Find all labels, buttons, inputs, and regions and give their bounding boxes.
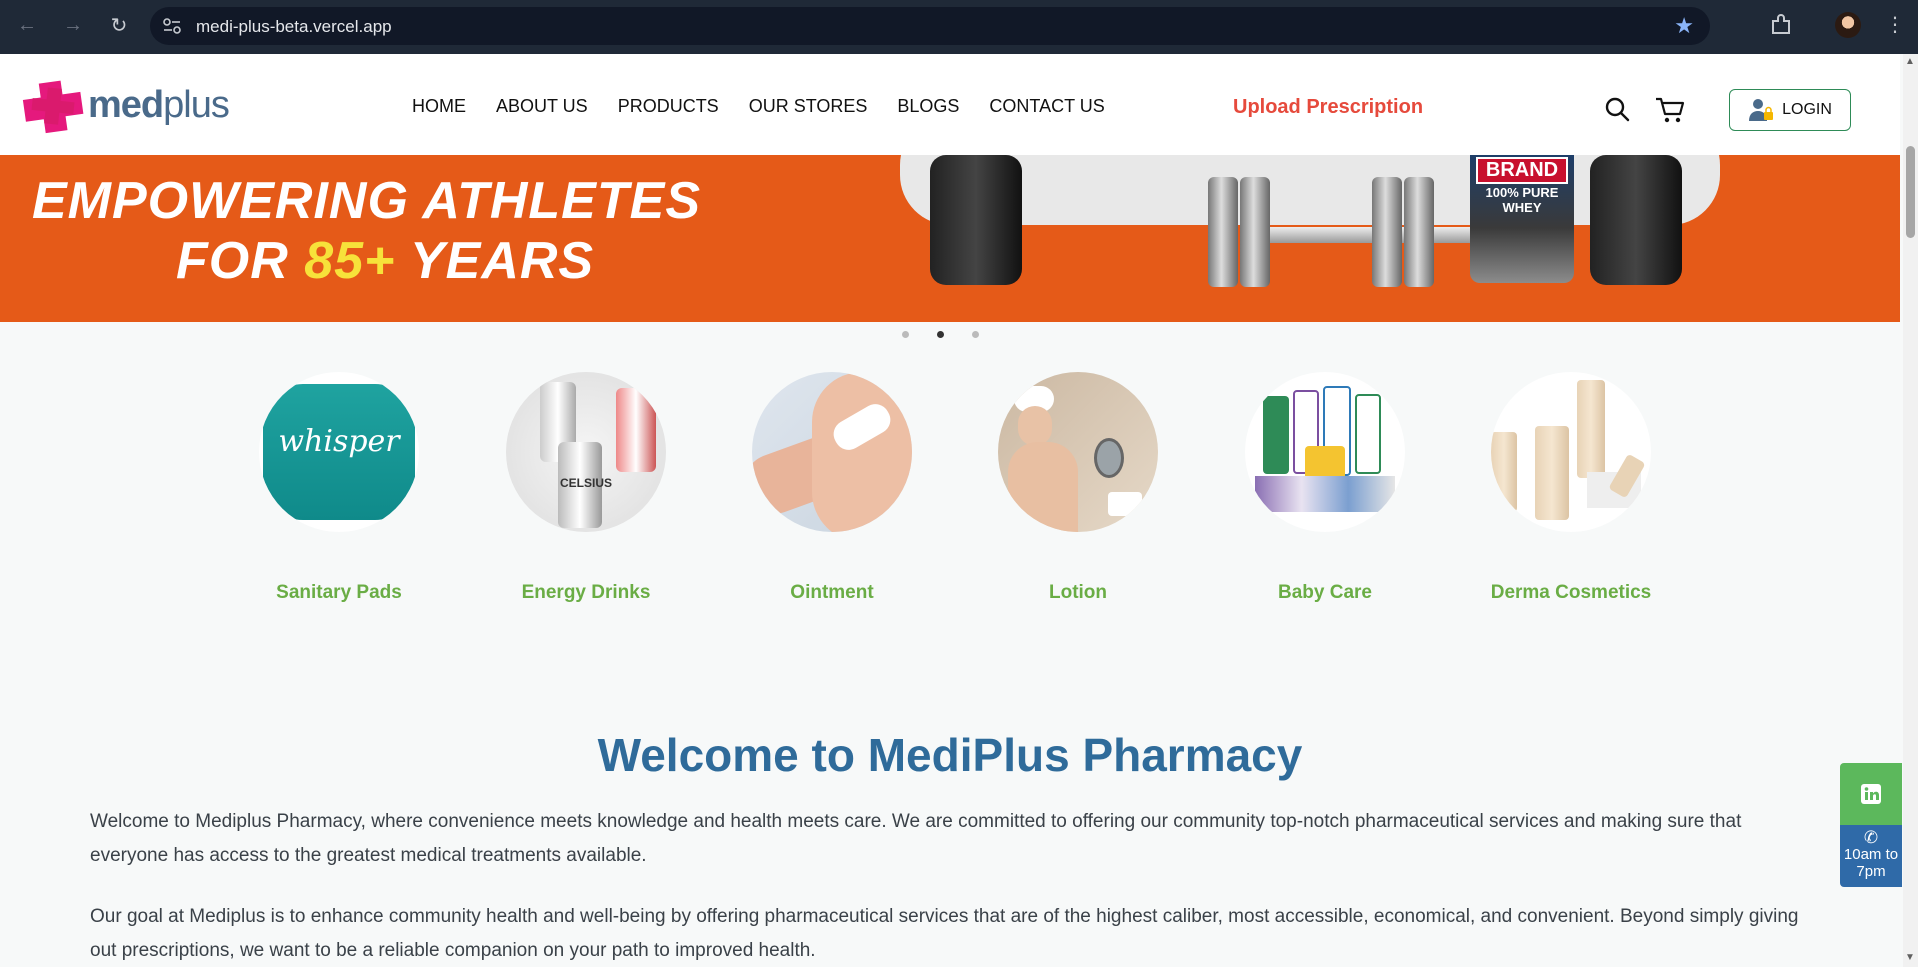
bookmark-star-icon[interactable]: ★ [1674,13,1694,39]
upload-prescription-link[interactable]: Upload Prescription [1233,96,1423,119]
login-label: LOGIN [1782,101,1832,118]
hero-banner[interactable]: BRAND 100% PURE WHEY EMPOWERING ATHLETES… [0,155,1900,322]
nav-home[interactable]: HOME [412,96,466,117]
brand-tag: BRAND [1476,157,1568,184]
category-image [998,372,1158,532]
site-settings-icon[interactable] [162,17,182,35]
user-lock-icon [1749,99,1774,121]
category-sanitary-pads[interactable]: whisper Sanitary Pads [254,372,424,604]
extensions-icon[interactable] [1768,12,1794,38]
weight-plate-graphic [930,155,1022,285]
carousel-dot-1[interactable] [902,331,909,338]
business-hours: 10am to 7pm [1843,846,1899,880]
carousel-dot-3[interactable] [972,331,979,338]
carousel-dot-2[interactable] [937,331,944,338]
category-energy-drinks[interactable]: CELSIUS Energy Drinks [501,372,671,604]
page-scrollbar[interactable]: ▲ ▼ [1903,54,1918,967]
search-icon[interactable] [1604,96,1630,122]
address-bar[interactable]: medi-plus-beta.vercel.app ★ [150,7,1710,45]
reload-icon[interactable]: ↻ [106,12,132,38]
scrollbar-thumb[interactable] [1906,146,1915,238]
category-image: CELSIUS [506,372,666,532]
category-label[interactable]: Energy Drinks [501,582,671,604]
url-text[interactable]: medi-plus-beta.vercel.app [196,17,392,37]
logo-cross-icon [22,80,84,134]
dumbbell-plate [1372,177,1402,287]
category-label[interactable]: Derma Cosmetics [1486,582,1656,604]
cart-icon[interactable] [1655,96,1685,124]
category-image [752,372,912,532]
login-button[interactable]: LOGIN [1729,89,1851,131]
category-label[interactable]: Sanitary Pads [254,582,424,604]
dumbbell-plate [1240,177,1270,287]
category-image [1491,372,1651,532]
linkedin-icon [1861,784,1881,804]
scroll-up-arrow-icon[interactable]: ▲ [1905,56,1915,67]
nav-products[interactable]: PRODUCTS [618,96,719,117]
welcome-paragraph-1: Welcome to Mediplus Pharmacy, where conv… [90,811,1742,866]
phone-icon: ✆ [1863,828,1879,847]
carousel-dots [902,331,979,338]
browser-toolbar: ← → ↻ medi-plus-beta.vercel.app ★ ⋮ [0,0,1918,54]
category-derma-cosmetics[interactable]: Derma Cosmetics [1486,372,1656,604]
site-header: medplus HOME ABOUT US PRODUCTS OUR STORE… [0,54,1900,155]
whey-tag: 100% PURE WHEY [1485,185,1559,215]
dumbbell-plate [1404,177,1434,287]
main-nav: HOME ABOUT US PRODUCTS OUR STORES BLOGS … [412,96,1135,117]
medplus-logo[interactable]: medplus [20,78,230,134]
weight-plate-graphic [1590,155,1682,285]
back-icon[interactable]: ← [14,12,40,38]
logo-wordmark: medplus [88,84,230,126]
category-lotion[interactable]: Lotion [993,372,1163,604]
welcome-paragraph-2: Our goal at Mediplus is to enhance commu… [90,906,1799,961]
category-image: whisper [259,372,419,532]
category-image [1245,372,1405,532]
nav-contact-us[interactable]: CONTACT US [989,96,1104,117]
category-label[interactable]: Ointment [747,582,917,604]
category-baby-care[interactable]: Baby Care [1240,372,1410,604]
nav-our-stores[interactable]: OUR STORES [749,96,868,117]
category-label[interactable]: Baby Care [1240,582,1410,604]
browser-menu-icon[interactable]: ⋮ [1885,12,1905,37]
nav-about-us[interactable]: ABOUT US [496,96,588,117]
scroll-down-arrow-icon[interactable]: ▼ [1905,952,1915,963]
category-ointment[interactable]: Ointment [747,372,917,604]
whey-tub-graphic: BRAND 100% PURE WHEY [1470,155,1574,283]
forward-icon[interactable]: → [60,12,86,38]
profile-avatar[interactable] [1835,12,1861,38]
dumbbell-graphic [1240,227,1480,243]
linkedin-button[interactable] [1840,763,1902,825]
category-label[interactable]: Lotion [993,582,1163,604]
welcome-title: Welcome to MediPlus Pharmacy [597,729,1303,781]
dumbbell-plate [1208,177,1238,287]
phone-hours-button[interactable]: ✆ 10am to 7pm [1840,825,1902,887]
hero-headline: EMPOWERING ATHLETES [32,172,701,230]
hero-subheadline: FOR 85+ YEARS [176,232,595,290]
nav-blogs[interactable]: BLOGS [897,96,959,117]
